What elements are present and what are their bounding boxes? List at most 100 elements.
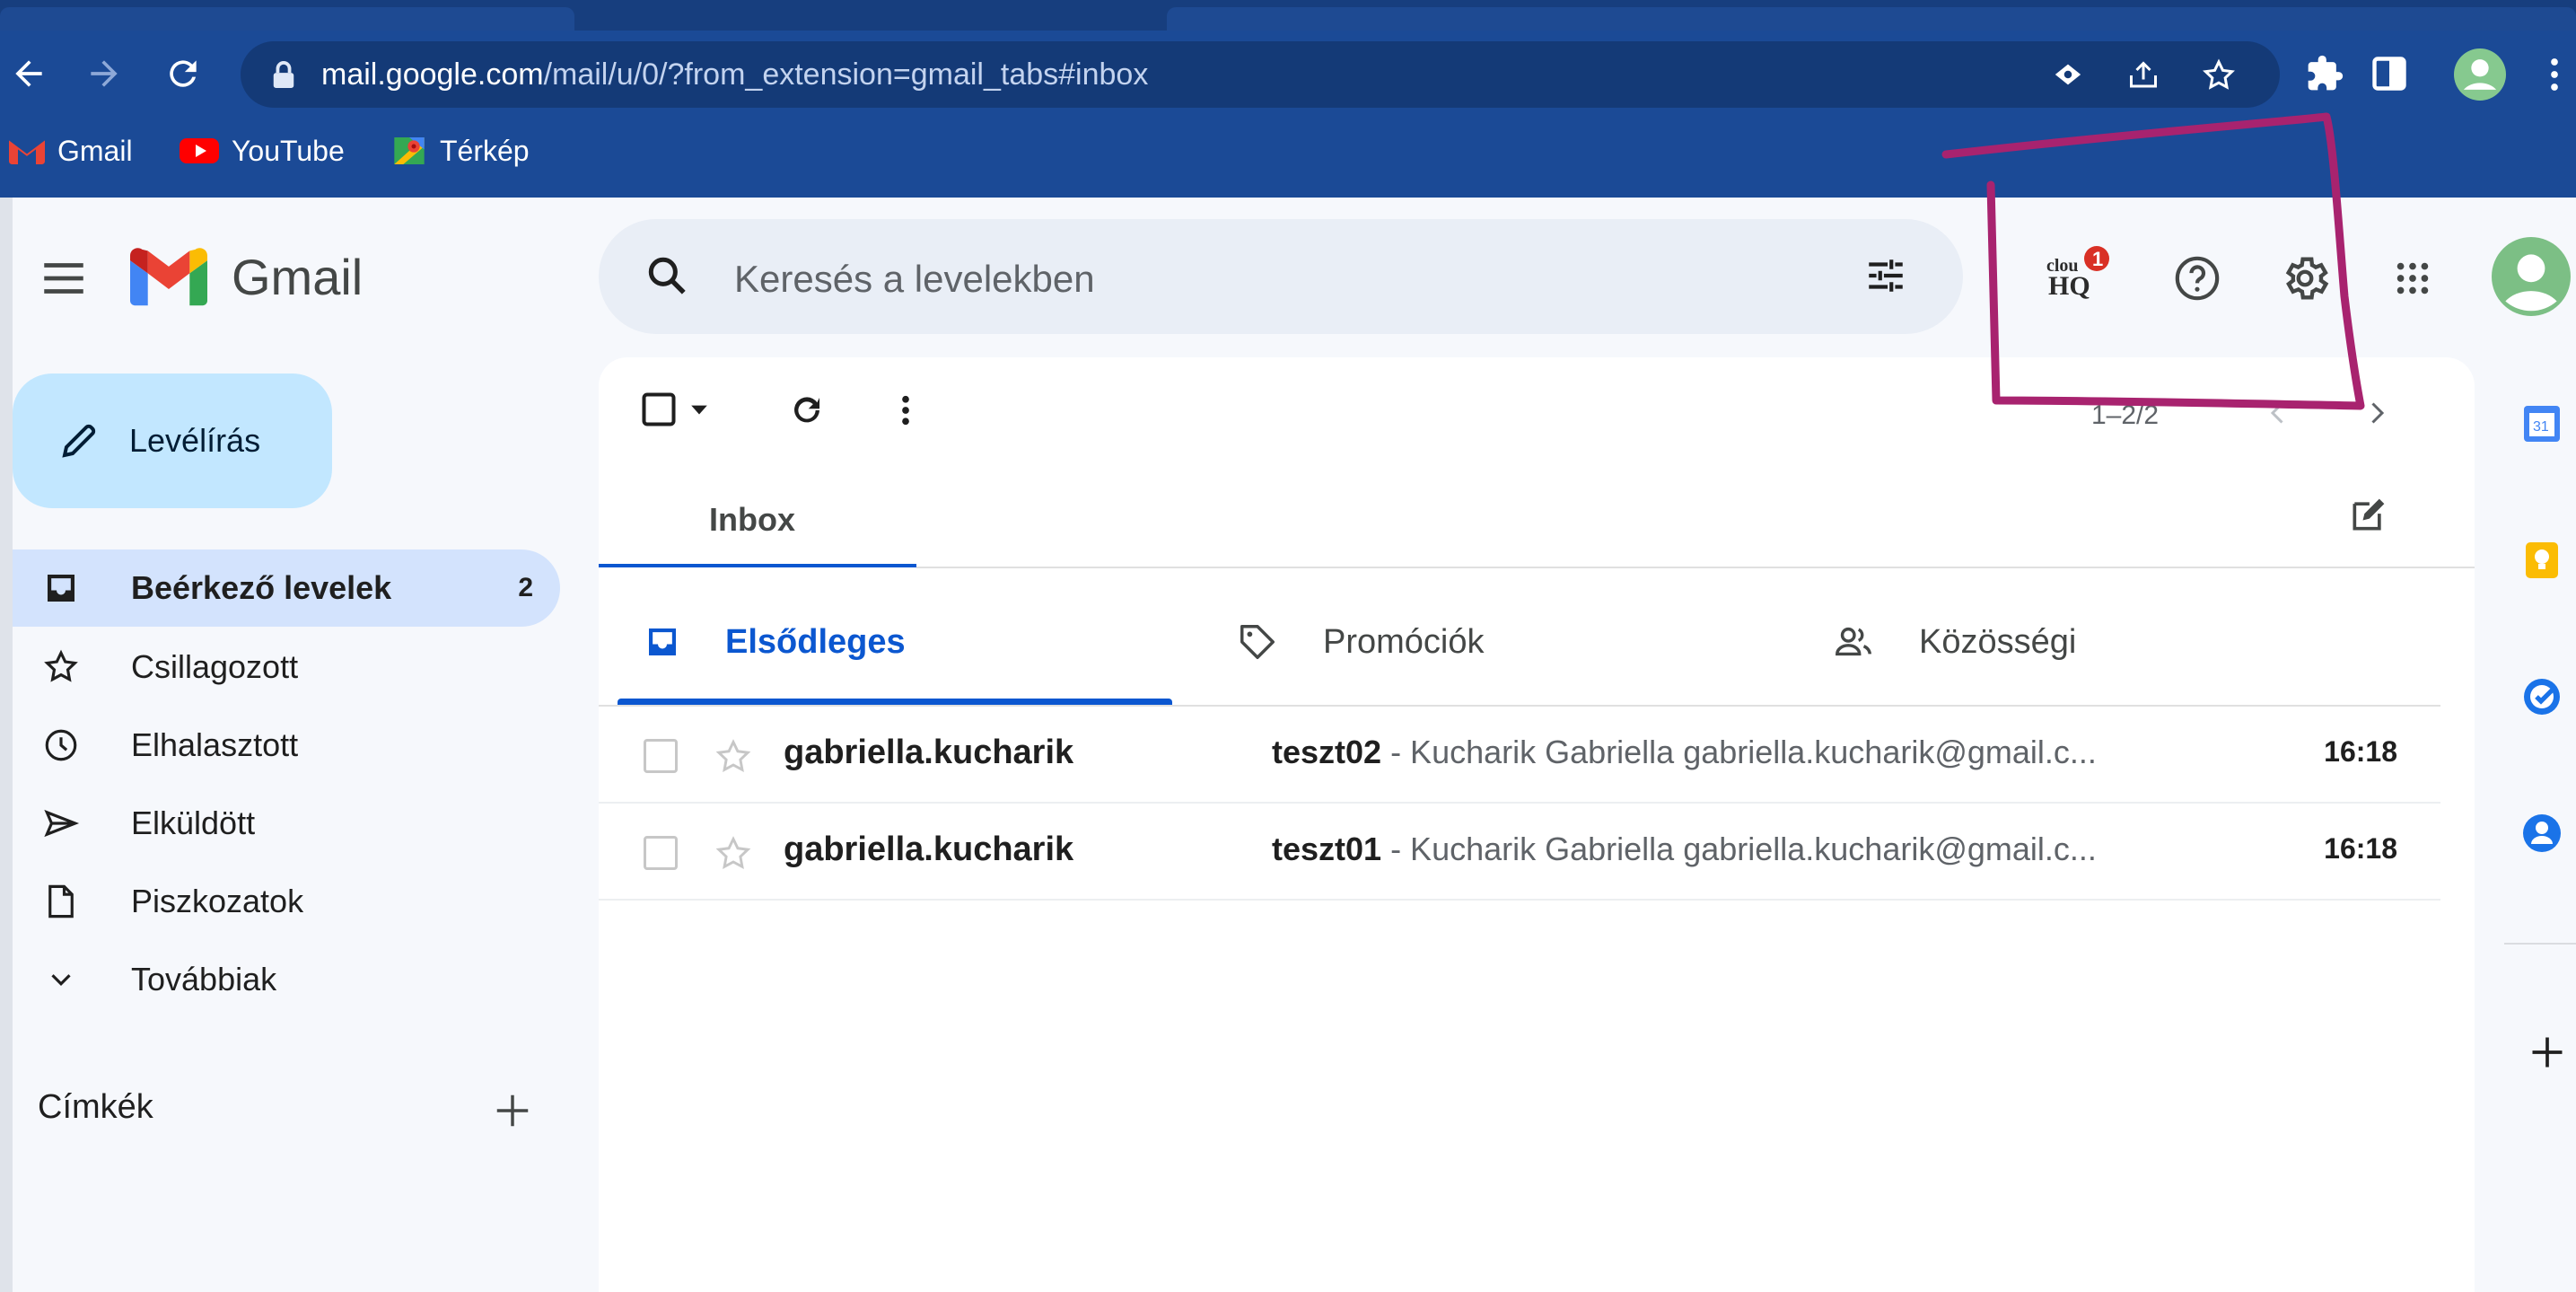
contacts-icon[interactable] bbox=[2520, 812, 2563, 855]
reload-button[interactable] bbox=[162, 52, 205, 95]
compose-label: Levélírás bbox=[129, 422, 261, 459]
bookmark-maps[interactable]: Térkép bbox=[391, 131, 530, 171]
svg-text:1: 1 bbox=[2092, 248, 2103, 270]
cloudhq-extension-button[interactable]: clou HQ 1 bbox=[2037, 241, 2116, 309]
email-snippet: - Kucharik Gabriella gabriella.kucharik@… bbox=[1381, 734, 2097, 770]
category-label: Elsődleges bbox=[725, 622, 906, 661]
main-menu-icon[interactable] bbox=[38, 252, 90, 304]
email-row[interactable]: gabriella.kucharik teszt02 - Kucharik Ga… bbox=[599, 707, 2440, 804]
eye-extension-icon[interactable] bbox=[2052, 59, 2084, 90]
back-button[interactable] bbox=[7, 52, 50, 95]
address-bar[interactable]: mail.google.com/mail/u/0/?from_extension… bbox=[241, 41, 2280, 108]
category-tab-social[interactable]: Közösségi bbox=[1833, 593, 2076, 691]
email-subject: teszt01 bbox=[1272, 831, 1382, 867]
gmail-logo-icon[interactable] bbox=[130, 247, 207, 306]
category-label: Közösségi bbox=[1919, 622, 2077, 661]
settings-button[interactable] bbox=[2278, 251, 2332, 305]
help-icon bbox=[2175, 256, 2220, 301]
share-icon[interactable] bbox=[2127, 59, 2160, 92]
nav-item-starred[interactable]: Csillagozott bbox=[13, 628, 560, 706]
bookmark-star-icon[interactable] bbox=[2201, 57, 2237, 93]
nav-item-snoozed[interactable]: Elhalasztott bbox=[13, 707, 560, 784]
settings-icon bbox=[2285, 257, 2329, 300]
svg-text:31: 31 bbox=[2533, 419, 2549, 435]
category-tab-indicator bbox=[618, 699, 1172, 705]
people-icon bbox=[1833, 621, 1874, 663]
google-apps-button[interactable] bbox=[2388, 253, 2438, 303]
help-button[interactable] bbox=[2170, 251, 2224, 305]
nav-item-drafts[interactable]: Piszkozatok bbox=[13, 863, 560, 940]
keep-icon[interactable] bbox=[2520, 539, 2563, 582]
email-subject: teszt02 bbox=[1272, 734, 1382, 770]
browser-tab[interactable] bbox=[0, 7, 574, 31]
star-icon[interactable] bbox=[714, 834, 753, 874]
edit-tabs-icon[interactable] bbox=[2348, 496, 2388, 535]
account-avatar[interactable] bbox=[2492, 237, 2571, 316]
email-subject-line: teszt02 - Kucharik Gabriella gabriella.k… bbox=[1272, 734, 2097, 771]
nav-item-more[interactable]: Továbbiak bbox=[13, 941, 560, 1018]
email-subject-line: teszt01 - Kucharik Gabriella gabriella.k… bbox=[1272, 831, 2097, 868]
window-edge bbox=[0, 198, 13, 1292]
bookmark-youtube[interactable]: YouTube bbox=[180, 131, 345, 171]
add-label-icon[interactable] bbox=[492, 1090, 533, 1131]
forward-button[interactable] bbox=[83, 52, 126, 95]
url-text: mail.google.com/mail/u/0/?from_extension… bbox=[321, 57, 1149, 92]
chevron-down-icon bbox=[41, 960, 81, 999]
chrome-menu-icon[interactable] bbox=[2547, 56, 2562, 93]
select-all-control[interactable] bbox=[639, 390, 709, 429]
email-time: 16:18 bbox=[2324, 735, 2397, 768]
tab-inbox[interactable]: Inbox bbox=[709, 501, 795, 539]
gmail-icon bbox=[9, 140, 45, 164]
back-arrow-icon bbox=[15, 60, 42, 87]
row-checkbox[interactable] bbox=[644, 739, 678, 773]
divider bbox=[916, 567, 2475, 568]
search-options-icon[interactable] bbox=[1863, 253, 1908, 298]
reload-icon bbox=[170, 60, 197, 87]
tasks-icon[interactable] bbox=[2520, 675, 2563, 718]
checkbox-icon bbox=[642, 392, 676, 426]
email-snippet: - Kucharik Gabriella gabriella.kucharik@… bbox=[1381, 831, 2097, 867]
nav-label: Elhalasztott bbox=[131, 726, 299, 763]
gmail-wordmark: Gmail bbox=[232, 249, 364, 305]
star-icon bbox=[41, 647, 81, 687]
nav-label: Piszkozatok bbox=[131, 883, 304, 919]
more-options-icon[interactable] bbox=[892, 391, 919, 429]
pagination-text: 1–2/2 bbox=[2091, 400, 2160, 430]
compose-button[interactable]: Levélírás bbox=[13, 374, 332, 508]
email-row[interactable]: gabriella.kucharik teszt01 - Kucharik Ga… bbox=[599, 804, 2440, 901]
nav-item-sent[interactable]: Elküldött bbox=[13, 785, 560, 862]
tag-icon bbox=[1237, 621, 1278, 663]
avatar-icon bbox=[2492, 237, 2571, 316]
youtube-icon bbox=[180, 138, 219, 163]
nav-item-inbox[interactable]: Beérkező levelek 2 bbox=[13, 549, 560, 627]
calendar-icon[interactable]: 31 bbox=[2520, 402, 2563, 445]
draft-icon bbox=[41, 882, 81, 921]
category-tab-primary[interactable]: Elsődleges bbox=[644, 593, 906, 691]
tab-inbox-indicator bbox=[599, 564, 916, 567]
divider bbox=[2504, 943, 2576, 945]
newer-chevron-icon[interactable] bbox=[2262, 395, 2294, 431]
cloudhq-icon: clou HQ 1 bbox=[2046, 246, 2109, 301]
search-icon[interactable] bbox=[644, 253, 689, 298]
search-input[interactable] bbox=[734, 257, 1811, 302]
browser-tab[interactable] bbox=[1167, 7, 2576, 31]
maps-icon bbox=[394, 137, 425, 164]
side-panel-icon[interactable] bbox=[2370, 54, 2409, 93]
labels-heading: Címkék bbox=[38, 1088, 153, 1126]
older-chevron-icon[interactable] bbox=[2361, 395, 2393, 431]
category-tab-promotions[interactable]: Promóciók bbox=[1237, 593, 1485, 691]
lock-icon bbox=[273, 61, 294, 88]
email-sender: gabriella.kucharik bbox=[784, 734, 1074, 771]
category-label: Promóciók bbox=[1323, 622, 1485, 661]
clock-icon bbox=[41, 725, 81, 765]
add-addon-icon[interactable] bbox=[2528, 1033, 2567, 1072]
nav-label: Elküldött bbox=[131, 804, 256, 841]
profile-avatar-icon[interactable] bbox=[2454, 48, 2506, 101]
row-checkbox[interactable] bbox=[644, 836, 678, 870]
send-icon bbox=[41, 804, 81, 843]
refresh-icon[interactable] bbox=[788, 391, 826, 429]
bookmark-gmail[interactable]: Gmail bbox=[9, 131, 133, 171]
star-icon[interactable] bbox=[714, 737, 753, 777]
extensions-puzzle-icon[interactable] bbox=[2305, 54, 2344, 93]
unread-count: 2 bbox=[518, 573, 533, 602]
